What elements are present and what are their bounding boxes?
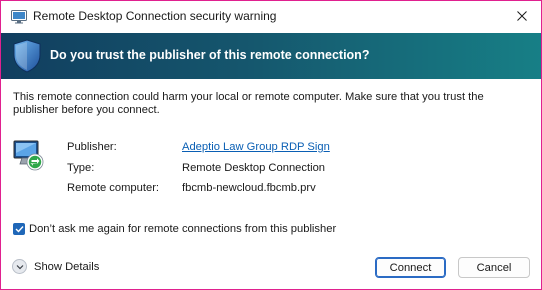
rdp-app-icon [11, 10, 27, 24]
publisher-label: Publisher: [67, 141, 117, 153]
type-label: Type: [67, 161, 95, 174]
remote-computer-label: Remote computer: [67, 182, 160, 194]
show-details-toggle[interactable]: Show Details [12, 259, 99, 274]
publisher-link[interactable]: Adeptio Law Group RDP Sign [182, 141, 330, 153]
chevron-down-icon [12, 259, 27, 274]
show-details-label: Show Details [34, 260, 100, 273]
banner-heading: Do you trust the publisher of this remot… [50, 48, 370, 62]
warning-banner: Do you trust the publisher of this remot… [1, 33, 541, 79]
shield-icon [13, 39, 41, 73]
type-value: Remote Desktop Connection [182, 161, 326, 174]
security-warning-dialog: Remote Desktop Connection security warni… [0, 0, 542, 290]
close-icon [517, 10, 527, 24]
warning-message: This remote connection could harm your l… [13, 91, 484, 116]
close-button[interactable] [503, 1, 541, 33]
remote-computer-value: fbcmb-newcloud.fbcmb.prv [182, 182, 316, 194]
checkmark-icon [15, 226, 24, 233]
title-bar: Remote Desktop Connection security warni… [1, 1, 541, 33]
dont-ask-again-option[interactable]: Don’t ask me again for remote connection… [13, 223, 336, 235]
remote-desktop-monitor-icon [13, 140, 47, 172]
window-title: Remote Desktop Connection security warni… [33, 9, 277, 23]
dont-ask-again-checkbox[interactable] [13, 223, 25, 235]
cancel-button[interactable]: Cancel [458, 257, 530, 278]
dont-ask-again-label: Don’t ask me again for remote connection… [29, 223, 337, 235]
connect-button[interactable]: Connect [375, 257, 446, 278]
